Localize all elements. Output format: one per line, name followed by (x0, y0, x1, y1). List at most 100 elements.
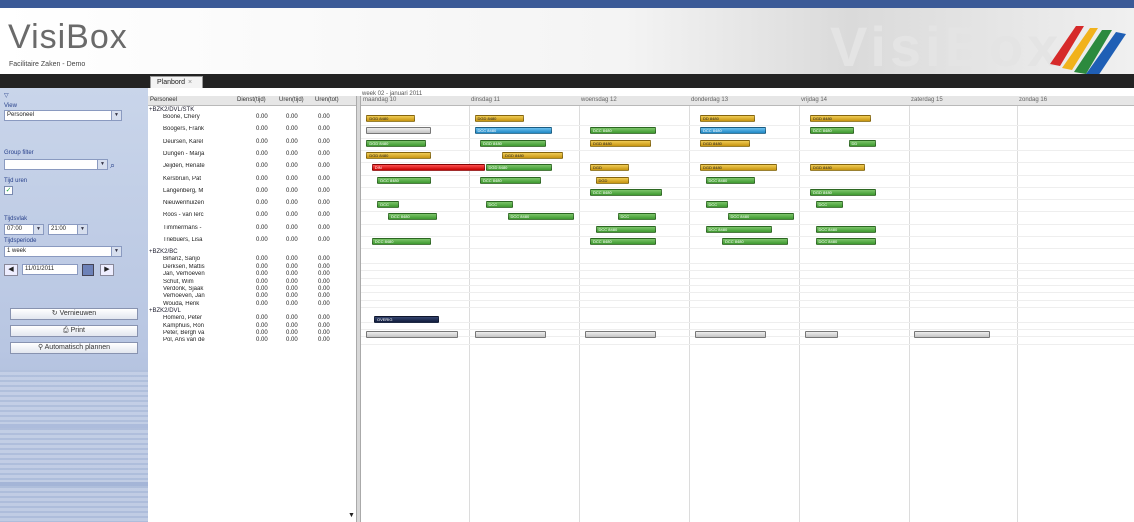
tab-planbord[interactable]: Planbord × (150, 76, 204, 88)
shift-bar[interactable]: DGD 8480 (810, 115, 871, 122)
shift-bar[interactable]: OVERIG (373, 316, 439, 324)
shift-bar[interactable]: DCC 8480 (474, 127, 552, 135)
table-row[interactable]: Roos - van Ierc 0.00 0.00 0.00 (148, 212, 356, 221)
table-row[interactable]: Nieuwenhuizen 0.00 0.00 0.00 (148, 200, 356, 209)
table-row[interactable]: Jeijden, Renate 0.00 0.00 0.00 (148, 163, 356, 172)
chevron-down-icon[interactable]: ▼ (77, 225, 87, 234)
print-button[interactable]: ⎙ Print (10, 325, 138, 337)
shift-bar[interactable]: DCC 8480 (722, 238, 788, 245)
chevron-down-icon[interactable]: ▼ (97, 160, 107, 169)
shift-bar[interactable]: DCC 8480 (595, 225, 656, 233)
table-row[interactable]: Boone, Chery 0.00 0.00 0.00 (148, 114, 356, 123)
shift-bar[interactable]: DCC 8480 (590, 188, 662, 196)
shift-bar[interactable]: DCC 8480 (727, 213, 794, 221)
table-row[interactable]: Boogers, Frank 0.00 0.00 0.00 (148, 126, 356, 135)
time-hours-checkbox[interactable]: ✓ (4, 186, 13, 195)
grid-splitter[interactable] (356, 96, 361, 522)
column-header-hours-total[interactable]: Uren(tot) (315, 97, 339, 103)
day-header: donderdag 13 (691, 97, 729, 103)
table-row[interactable]: Timmermans - 0.00 0.00 0.00 (148, 225, 356, 234)
shift-bar[interactable]: DCC 8480 (590, 238, 656, 245)
shift-bar[interactable]: DCC 8480 (705, 225, 772, 233)
shift-bar[interactable]: DGD 8480 (502, 151, 563, 159)
shift-bar[interactable]: DD (848, 139, 876, 147)
shift-bar[interactable] (914, 330, 990, 338)
shift-bar[interactable]: DCC 8480 (371, 238, 432, 245)
time-to-select[interactable]: 21:00 ▼ (48, 224, 88, 235)
shift-bar[interactable]: DGD 8480 (366, 151, 432, 159)
date-value: 11/01/2011 (25, 266, 55, 272)
shift-bar[interactable]: DGD 8480 (474, 115, 524, 122)
chevron-down-icon[interactable]: ▼ (111, 111, 121, 120)
shift-bar[interactable]: DGD 8480 (700, 139, 750, 147)
shift-bar[interactable]: DGD 8480 (485, 164, 552, 172)
hours-value: 0.00 (286, 256, 298, 263)
row-gridline (361, 186, 1134, 188)
auto-plan-button[interactable]: ⚲ Automatisch plannen (10, 342, 138, 354)
search-icon[interactable]: ⌕ (110, 160, 115, 171)
shift-bar[interactable]: DGD 8480 (700, 164, 777, 172)
group-header[interactable]: +BZK2/DVL (149, 308, 181, 314)
shift-bar[interactable] (694, 330, 766, 338)
shift-bar[interactable]: DCC 8480 (815, 238, 876, 245)
column-header-hours-time[interactable]: Uren(tijd) (279, 97, 304, 103)
next-date-button[interactable]: ▶ (100, 264, 114, 276)
shift-bar[interactable]: DCC (815, 201, 843, 209)
shift-bar[interactable] (474, 330, 546, 338)
shift-bar[interactable]: DCC 8480 (705, 176, 755, 184)
group-filter-select[interactable]: ▼ (4, 159, 108, 170)
shift-bar[interactable]: DCC 8480 (507, 213, 574, 221)
table-row[interactable]: Pol, Ans van de 0.00 0.00 0.00 (148, 337, 356, 346)
table-row[interactable]: Langenberg, M 0.00 0.00 0.00 (148, 188, 356, 197)
chevron-down-icon[interactable]: ▼ (33, 225, 43, 234)
filter-icon[interactable]: ▽ (4, 92, 9, 99)
shift-bar[interactable]: DGD 8480 (366, 139, 426, 147)
table-row[interactable]: Dungen - Marja 0.00 0.00 0.00 (148, 151, 356, 160)
close-icon[interactable]: × (188, 79, 192, 86)
date-field[interactable]: 11/01/2011 (22, 264, 78, 275)
shift-bar[interactable]: DCC (617, 213, 656, 221)
shift-bar[interactable]: DCC (377, 201, 399, 209)
table-row[interactable]: Kersbruin, Pat 0.00 0.00 0.00 (148, 176, 356, 185)
shift-bar[interactable] (366, 127, 432, 135)
previous-date-button[interactable]: ◀ (4, 264, 18, 276)
column-header-personnel[interactable]: Personeel (150, 97, 177, 103)
table-row[interactable]: Deursen, Karel 0.00 0.00 0.00 (148, 139, 356, 148)
shift-bar[interactable]: DGD 8480 (590, 139, 651, 147)
column-header-service-time[interactable]: Dienst(tijd) (237, 97, 266, 103)
scroll-down-icon[interactable]: ▼ (348, 512, 355, 519)
shift-bar[interactable]: DCC 8480 (388, 213, 437, 221)
shift-bar[interactable]: DGD (590, 164, 629, 172)
period-select[interactable]: 1 week ▼ (4, 246, 122, 257)
shift-bar[interactable]: DGD 8480 (810, 188, 876, 196)
shift-bar[interactable]: DGD 8480 (480, 139, 546, 147)
shift-bar[interactable]: DIN (371, 164, 486, 172)
shift-bar[interactable]: DCC 8480 (700, 127, 766, 135)
shift-bar[interactable] (804, 330, 838, 338)
shift-bar[interactable] (584, 330, 656, 338)
shift-bar[interactable] (366, 330, 459, 338)
view-select[interactable]: Personeel ▼ (4, 110, 122, 121)
day-separator (1017, 106, 1018, 522)
time-from-select[interactable]: 07:00 ▼ (4, 224, 44, 235)
shift-bar[interactable]: DGD (595, 176, 629, 184)
shift-bar[interactable]: DCC (705, 201, 728, 209)
shift-bar[interactable]: DD 8480 (700, 115, 755, 122)
table-row[interactable]: Triebuers, Lisa 0.00 0.00 0.00 (148, 237, 356, 246)
shift-bar[interactable]: DCC 8480 (377, 176, 432, 184)
group-header[interactable]: +BZK2/BC (149, 249, 178, 255)
person-name: Wouda, Henk (163, 300, 200, 307)
refresh-button[interactable]: ↻ Vernieuwen (10, 308, 138, 320)
shift-bar[interactable]: DCC 8480 (480, 176, 541, 184)
shift-bar[interactable]: DCC 8480 (815, 225, 876, 233)
shift-bar[interactable]: DCC 8480 (810, 127, 854, 135)
shift-bar[interactable]: DGD 8480 (810, 164, 865, 172)
shift-bar[interactable]: DCC 8480 (590, 127, 656, 135)
shift-bar[interactable]: DCC (485, 201, 513, 209)
shift-bar[interactable]: DGD 8480 (366, 115, 415, 122)
group-header[interactable]: +BZK2/DVL/STK (149, 107, 194, 113)
row-gridline (361, 162, 1134, 164)
chevron-down-icon[interactable]: ▼ (111, 247, 121, 256)
calendar-icon[interactable] (82, 264, 94, 276)
person-name: Kersbruin, Pat (163, 175, 202, 182)
